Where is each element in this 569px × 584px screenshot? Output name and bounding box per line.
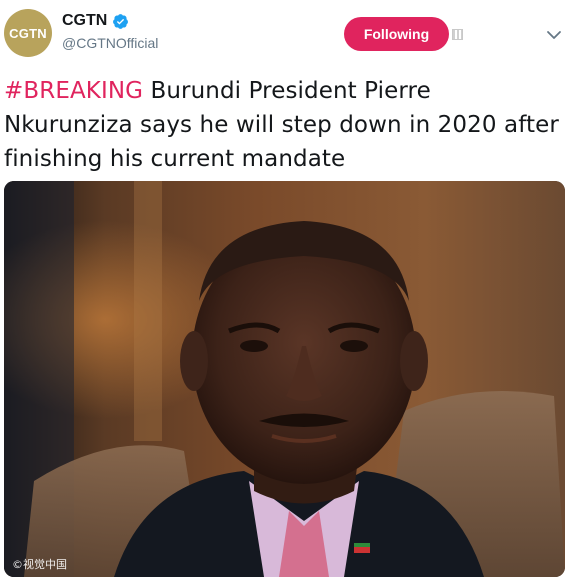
name-row: CGTN (62, 12, 158, 30)
portrait-photo (4, 181, 565, 577)
tweet-card: CGTN CGTN @CGTNOfficial Following #BREAK… (0, 0, 569, 584)
account-handle[interactable]: @CGTNOfficial (62, 35, 158, 51)
tweet-text: #BREAKING Burundi President Pierre Nkuru… (4, 74, 564, 176)
tweet-header: CGTN CGTN @CGTNOfficial Following (0, 0, 569, 68)
following-button[interactable]: Following (344, 17, 449, 51)
account-info: CGTN @CGTNOfficial (62, 12, 158, 51)
avatar[interactable]: CGTN (4, 9, 52, 57)
hashtag-link[interactable]: #BREAKING (4, 78, 143, 104)
avatar-logo-text: CGTN (9, 25, 47, 41)
qr-code-icon[interactable] (452, 29, 463, 40)
display-name[interactable]: CGTN (62, 12, 107, 30)
chevron-down-icon[interactable] (545, 26, 563, 44)
tweet-photo[interactable]: ©视觉中国 (4, 181, 565, 577)
photo-credit: ©视觉中国 (12, 558, 67, 571)
verified-badge-icon (113, 13, 129, 29)
